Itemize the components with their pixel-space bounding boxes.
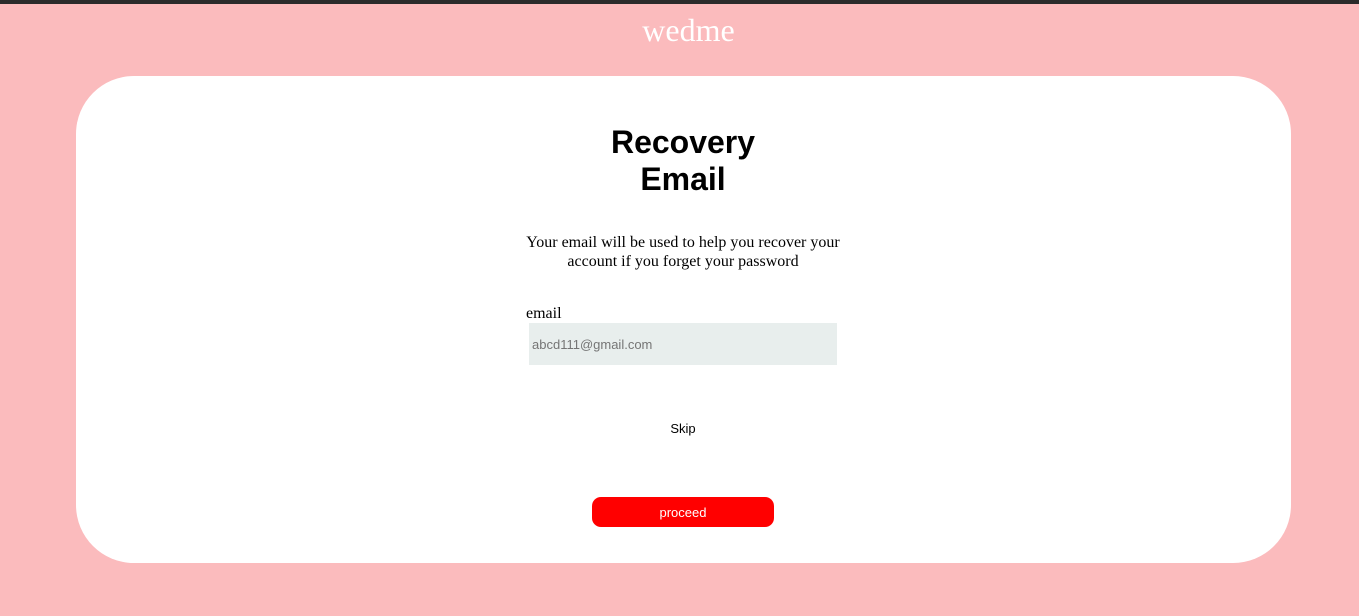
proceed-button[interactable]: proceed [592,497,774,527]
skip-button[interactable]: Skip [640,417,726,439]
email-input[interactable] [529,323,837,365]
page-title-line-1: Recovery [610,124,756,160]
top-border [0,0,1359,4]
page-title-line-2: Email [640,161,726,197]
brand-logo: wedme [642,12,735,48]
page-title: Recovery Email [0,124,1359,198]
recovery-description: Your email will be used to help you reco… [526,234,840,270]
email-label: email [526,305,562,322]
